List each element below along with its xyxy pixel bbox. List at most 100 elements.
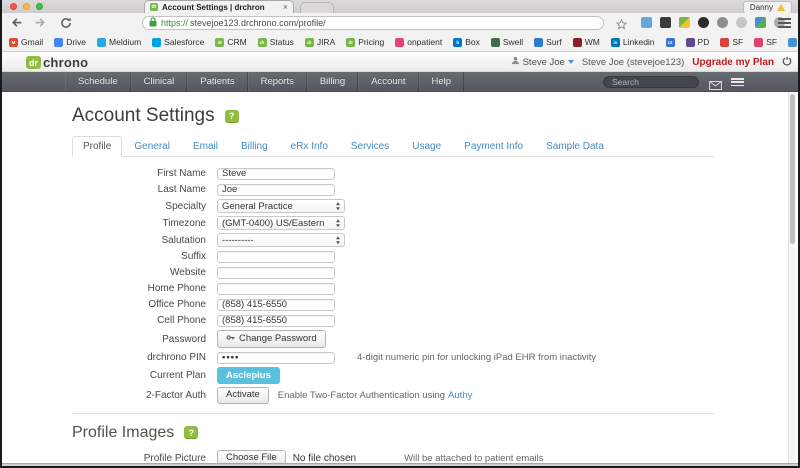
back-icon[interactable] — [10, 16, 23, 34]
url-bar[interactable]: https:// stevejoe123.drchrono.com/profil… — [142, 16, 604, 30]
bookmark-status[interactable]: drStatus — [258, 37, 294, 47]
dark-diamond-extension-icon[interactable] — [660, 17, 671, 28]
drchrono-logo[interactable]: dr chrono — [26, 55, 88, 70]
warning-icon — [777, 4, 785, 11]
surf-favicon-icon — [534, 38, 543, 47]
light-gray-extension-icon[interactable] — [736, 17, 747, 28]
green-yellow-extension-icon[interactable] — [679, 17, 690, 28]
bookmark-pricing[interactable]: drPricing — [346, 37, 384, 47]
bookmark-wm[interactable]: WM — [573, 37, 600, 47]
bookmark-label: Drive — [66, 37, 86, 47]
minimize-window-button[interactable] — [23, 3, 30, 10]
bookmark-salesforce[interactable]: Salesforce — [152, 37, 204, 47]
extension-icons — [641, 17, 785, 28]
tab-usage[interactable]: Usage — [401, 136, 452, 157]
status-favicon-icon: dr — [258, 38, 267, 47]
bookmark-hr[interactable]: HR — [788, 37, 798, 47]
activate-button[interactable]: Activate — [217, 387, 269, 403]
home-phone-input[interactable] — [217, 283, 335, 295]
mountain-extension-icon[interactable] — [755, 17, 766, 28]
file-note: Will be attached to patient emails — [404, 453, 543, 463]
bookmark-meldium[interactable]: Meldium — [97, 37, 141, 47]
field-hint: 4-digit numeric pin for unlocking iPad E… — [357, 352, 596, 363]
salutation-select[interactable]: ---------- — [217, 233, 345, 247]
bookmark-crm[interactable]: drCRM — [215, 37, 246, 47]
nav-item-patients[interactable]: Patients — [187, 72, 247, 91]
bookmark-icon[interactable]: 12 — [666, 38, 675, 47]
new-tab-button[interactable] — [300, 2, 334, 13]
bookmark-swell[interactable]: Swell — [491, 37, 523, 47]
close-window-button[interactable] — [10, 3, 17, 10]
gmail-favicon-icon: M — [9, 38, 18, 47]
scrollbar-thumb[interactable] — [790, 94, 795, 244]
chrome-menu-icon[interactable] — [778, 18, 791, 30]
bookmark-pd[interactable]: PD — [686, 37, 710, 47]
field-label: Suffix — [72, 251, 217, 262]
help-icon[interactable]: ? — [225, 110, 239, 123]
refresh-extension-icon[interactable] — [717, 17, 728, 28]
account-label: Steve Joe (stevejoe123) — [582, 57, 684, 68]
current-plan-badge[interactable]: Asclepius — [217, 367, 280, 384]
help-icon[interactable]: ? — [184, 426, 198, 439]
tab-profile[interactable]: Profile — [72, 136, 122, 157]
specialty-select[interactable]: General Practice — [217, 199, 345, 213]
nav-item-help[interactable]: Help — [419, 72, 465, 91]
tab-general[interactable]: General — [123, 136, 181, 157]
profile-picture-choose-file-button[interactable]: Choose File — [217, 450, 286, 463]
upgrade-plan-link[interactable]: Upgrade my Plan — [692, 57, 774, 68]
search-input[interactable]: Search — [603, 76, 699, 88]
first-name-input[interactable] — [217, 168, 335, 180]
tab-payment-info[interactable]: Payment Info — [453, 136, 534, 157]
drchrono-pin-input[interactable] — [217, 352, 335, 364]
tab-sample-data[interactable]: Sample Data — [535, 136, 615, 157]
tab-billing[interactable]: Billing — [230, 136, 279, 157]
nav-item-clinical[interactable]: Clinical — [131, 72, 188, 91]
field-label: Current Plan — [72, 370, 217, 381]
tab-services[interactable]: Services — [340, 136, 400, 157]
field-label: Cell Phone — [72, 315, 217, 326]
bookmark-box[interactable]: bBox — [453, 37, 480, 47]
suffix-input[interactable] — [217, 251, 335, 263]
authy-link[interactable]: Authy — [448, 390, 472, 401]
forward-icon[interactable] — [34, 16, 47, 34]
dark-dot-extension-icon[interactable] — [698, 17, 709, 28]
last-name-input[interactable] — [217, 184, 335, 196]
browser-tab[interactable]: dr Account Settings | drchron × — [144, 0, 294, 13]
bookmark-gmail[interactable]: MGmail — [9, 37, 43, 47]
field-label: Office Phone — [72, 299, 217, 310]
profile-images-form: Profile PictureChoose FileNo file chosen… — [72, 450, 714, 463]
nav-hamburger-icon[interactable] — [731, 78, 744, 88]
website-input[interactable] — [217, 267, 335, 279]
reload-icon[interactable] — [60, 16, 72, 34]
scrollbar[interactable] — [788, 92, 796, 463]
bookmark-surf[interactable]: Surf — [534, 37, 562, 47]
zoom-window-button[interactable] — [36, 3, 43, 10]
nav-item-billing[interactable]: Billing — [307, 72, 358, 91]
bookmark-sf[interactable]: SF — [720, 37, 743, 47]
nav-item-schedule[interactable]: Schedule — [65, 72, 131, 91]
blue-extension-icon[interactable] — [641, 17, 652, 28]
select-stepper-icon — [336, 202, 340, 210]
nav-item-account[interactable]: Account — [358, 72, 418, 91]
bookmarks-bar: MGmail Drive Meldium Salesforce drCRM drStatu… — [2, 33, 798, 52]
drchrono-logo-text: chrono — [43, 55, 88, 70]
tab-email[interactable]: Email — [182, 136, 229, 157]
logout-power-icon[interactable] — [782, 53, 792, 71]
user-menu[interactable]: Steve Joe — [511, 56, 574, 68]
nav-item-reports[interactable]: Reports — [248, 72, 307, 91]
change-password-button[interactable]: Change Password — [217, 330, 326, 348]
office-phone-input[interactable] — [217, 299, 335, 311]
bookmark-onpatient[interactable]: onpatient — [395, 37, 442, 47]
bookmark-favicon-icon: 12 — [666, 38, 675, 47]
tab-close-icon[interactable]: × — [283, 3, 288, 12]
cell-phone-input[interactable] — [217, 315, 335, 327]
bookmark-star-icon[interactable] — [616, 17, 627, 35]
page-content: Account Settings ? ProfileGeneralEmailBi… — [2, 92, 798, 463]
bookmark-linkedin[interactable]: inLinkedin — [611, 37, 655, 47]
page-title: Account Settings — [72, 105, 215, 127]
bookmark-jira[interactable]: drJIRA — [305, 37, 335, 47]
timezone-select[interactable]: (GMT-0400) US/Eastern — [217, 216, 345, 230]
bookmark-drive[interactable]: Drive — [54, 37, 86, 47]
bookmark-sf[interactable]: SF — [754, 37, 777, 47]
tab-erx-info[interactable]: eRx Info — [280, 136, 339, 157]
